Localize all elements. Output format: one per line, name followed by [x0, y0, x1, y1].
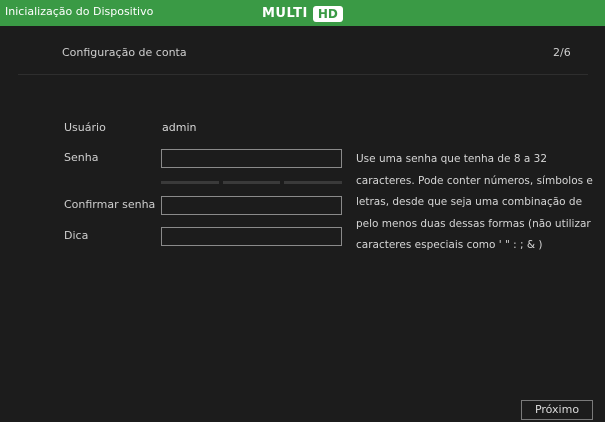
password-label: Senha [64, 151, 99, 164]
multi-hd-logo: MULTI HD [262, 4, 343, 23]
step-counter: 2/6 [553, 46, 571, 59]
next-button[interactable]: Próximo [521, 400, 593, 420]
window-title: Inicialização do Dispositivo [5, 5, 154, 18]
user-value: admin [162, 121, 197, 134]
logo-hd-badge: HD [312, 5, 343, 22]
password-strength-bar-weak [161, 181, 219, 184]
step-title: Configuração de conta [62, 46, 187, 59]
header-divider [18, 74, 588, 75]
confirm-password-label: Confirmar senha [64, 198, 156, 211]
hint-label: Dica [64, 229, 89, 242]
password-help-text: Use uma senha que tenha de 8 a 32 caract… [356, 153, 593, 251]
user-label: Usuário [64, 121, 106, 134]
logo-multi-text: MULTI [262, 6, 308, 21]
password-strength-bar-medium [223, 181, 280, 184]
confirm-password-field[interactable] [161, 196, 342, 215]
password-strength-bar-strong [284, 181, 342, 184]
password-field[interactable] [161, 149, 342, 168]
title-bar: Inicialização do Dispositivo MULTI HD [0, 0, 605, 26]
hint-field[interactable] [161, 227, 342, 246]
